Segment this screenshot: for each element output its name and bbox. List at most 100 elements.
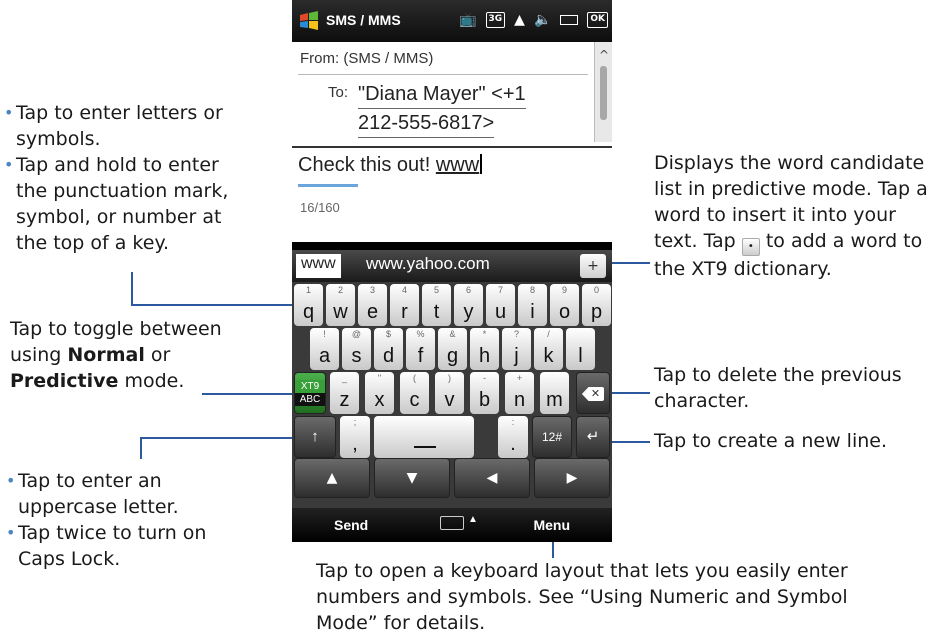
arrow-right-icon: ▶ bbox=[566, 470, 578, 486]
key-x[interactable]: " x bbox=[365, 372, 394, 414]
key-char: h bbox=[478, 345, 491, 367]
key-b[interactable]: -b bbox=[470, 372, 499, 414]
key-y[interactable]: 6y bbox=[454, 284, 483, 326]
key-alt-char: ! bbox=[323, 329, 326, 339]
key-v[interactable]: ) v bbox=[435, 372, 464, 414]
input-mode-toggle-button[interactable]: XT9 ABC bbox=[294, 372, 326, 414]
key-q[interactable]: 1q bbox=[294, 284, 323, 326]
leader-line bbox=[612, 262, 650, 264]
tv-icon: 📺 bbox=[459, 12, 477, 28]
add-word-button[interactable]: + bbox=[580, 254, 606, 278]
scroll-up-icon[interactable]: ^ bbox=[599, 48, 609, 62]
key-char: y bbox=[463, 301, 474, 323]
space-bar[interactable] bbox=[374, 416, 474, 458]
message-body[interactable]: Check this out! www bbox=[298, 154, 483, 177]
battery-icon[interactable] bbox=[560, 15, 579, 25]
key-alt-char: 0 bbox=[593, 285, 599, 295]
arrow-left-icon: ◀ bbox=[486, 470, 498, 486]
key-s[interactable]: @ s bbox=[342, 328, 371, 370]
key-o[interactable]: 9o bbox=[550, 284, 579, 326]
key-char: l bbox=[578, 345, 583, 367]
key-w[interactable]: 2w bbox=[326, 284, 355, 326]
from-divider bbox=[298, 74, 588, 75]
key-r[interactable]: 4r bbox=[390, 284, 419, 326]
delete-button[interactable]: ✕ bbox=[576, 372, 610, 414]
input-panel-up-icon[interactable]: ▲ bbox=[468, 514, 478, 525]
key-d[interactable]: $ d bbox=[374, 328, 403, 370]
phone-screen: SMS / MMS 📺 3G ▲ 🔈 OK From: (SMS / MMS) … bbox=[292, 0, 612, 542]
key-alt-char: ( bbox=[413, 373, 416, 383]
3g-icon: 3G bbox=[485, 12, 506, 28]
key-m[interactable]: m bbox=[540, 372, 569, 414]
toggle-text-mid: or bbox=[144, 344, 171, 366]
key-h[interactable]: * h bbox=[470, 328, 499, 370]
key-i[interactable]: 8i bbox=[518, 284, 547, 326]
key-char: x bbox=[374, 389, 385, 411]
key-n[interactable]: + n bbox=[505, 372, 534, 414]
key-char: . bbox=[510, 433, 516, 455]
key-z[interactable]: _ z bbox=[330, 372, 359, 414]
key-char: p bbox=[590, 301, 603, 323]
to-field[interactable]: "Diana Mayer" <+1 212-555-6817> bbox=[358, 80, 588, 138]
annotation-letters-item: Tap and hold to enter the punctuation ma… bbox=[4, 152, 254, 256]
arrow-down-button[interactable]: ▼ bbox=[374, 458, 450, 498]
key-char: n bbox=[513, 389, 526, 411]
annotation-toggle: Tap to toggle between using Normal or Pr… bbox=[10, 316, 260, 394]
key-char: e bbox=[366, 301, 379, 323]
arrow-up-icon: ▲ bbox=[326, 470, 338, 486]
keyboard-icon[interactable] bbox=[440, 516, 464, 530]
key-comma[interactable]: ; , bbox=[340, 416, 370, 458]
scrollbar[interactable]: ^ bbox=[594, 42, 612, 142]
key-a[interactable]: ! a bbox=[310, 328, 339, 370]
annotation-letters-item: Tap to enter letters or symbols. bbox=[4, 100, 254, 152]
key-char: z bbox=[339, 389, 350, 411]
key-u[interactable]: 7u bbox=[486, 284, 515, 326]
scroll-thumb[interactable] bbox=[600, 66, 607, 120]
key-l[interactable]: l bbox=[566, 328, 595, 370]
key-alt-char: * bbox=[482, 329, 487, 339]
key-alt-char: & bbox=[449, 329, 456, 339]
send-softkey[interactable]: Send bbox=[334, 517, 368, 533]
key-p[interactable]: 0p bbox=[582, 284, 611, 326]
leader-line bbox=[131, 304, 307, 306]
annotation-candidates: Displays the word candidate list in pred… bbox=[654, 150, 938, 282]
key-alt-char: : bbox=[511, 417, 515, 427]
arrow-left-button[interactable]: ◀ bbox=[454, 458, 530, 498]
menu-softkey[interactable]: Menu bbox=[533, 517, 570, 533]
arrow-up-button[interactable]: ▲ bbox=[294, 458, 370, 498]
ok-icon[interactable]: OK bbox=[587, 12, 608, 28]
annotation-newline: Tap to create a new line. bbox=[654, 430, 887, 452]
key-char: w bbox=[333, 301, 348, 323]
candidate-selected[interactable]: www bbox=[296, 254, 341, 278]
key-k[interactable]: / k bbox=[534, 328, 563, 370]
signal-icon[interactable]: ▲ bbox=[514, 12, 525, 28]
key-f[interactable]: % f bbox=[406, 328, 435, 370]
key-char: v bbox=[444, 389, 455, 411]
shift-button[interactable]: ↑ bbox=[294, 416, 336, 458]
key-char: q bbox=[302, 301, 315, 323]
arrow-right-button[interactable]: ▶ bbox=[534, 458, 610, 498]
key-j[interactable]: ? j bbox=[502, 328, 531, 370]
key-char: k bbox=[543, 345, 554, 367]
candidate-suggestion[interactable]: www.yahoo.com bbox=[366, 254, 490, 274]
key-g[interactable]: & g bbox=[438, 328, 467, 370]
app-title: SMS / MMS bbox=[326, 12, 401, 28]
key-alt-char: 1 bbox=[305, 285, 311, 295]
key-t[interactable]: 5t bbox=[422, 284, 451, 326]
key-e[interactable]: 3e bbox=[358, 284, 387, 326]
speaker-icon[interactable]: 🔈 bbox=[534, 12, 551, 28]
key-period[interactable]: : . bbox=[498, 416, 528, 458]
enter-button[interactable]: ↵ bbox=[576, 416, 610, 458]
from-field[interactable]: From: (SMS / MMS) bbox=[300, 50, 433, 67]
key-char: i bbox=[530, 301, 535, 323]
compose-divider bbox=[292, 146, 612, 148]
key-char: u bbox=[494, 301, 507, 323]
key-char: f bbox=[417, 345, 424, 367]
numeric-mode-button[interactable]: 12# bbox=[532, 416, 572, 458]
key-alt-char: 5 bbox=[433, 285, 439, 295]
status-bar: SMS / MMS 📺 3G ▲ 🔈 OK bbox=[292, 0, 612, 42]
key-alt-char: 2 bbox=[337, 285, 343, 295]
key-c[interactable]: (c bbox=[400, 372, 429, 414]
windows-flag-icon[interactable] bbox=[298, 10, 320, 32]
key-alt-char: 7 bbox=[497, 285, 503, 295]
